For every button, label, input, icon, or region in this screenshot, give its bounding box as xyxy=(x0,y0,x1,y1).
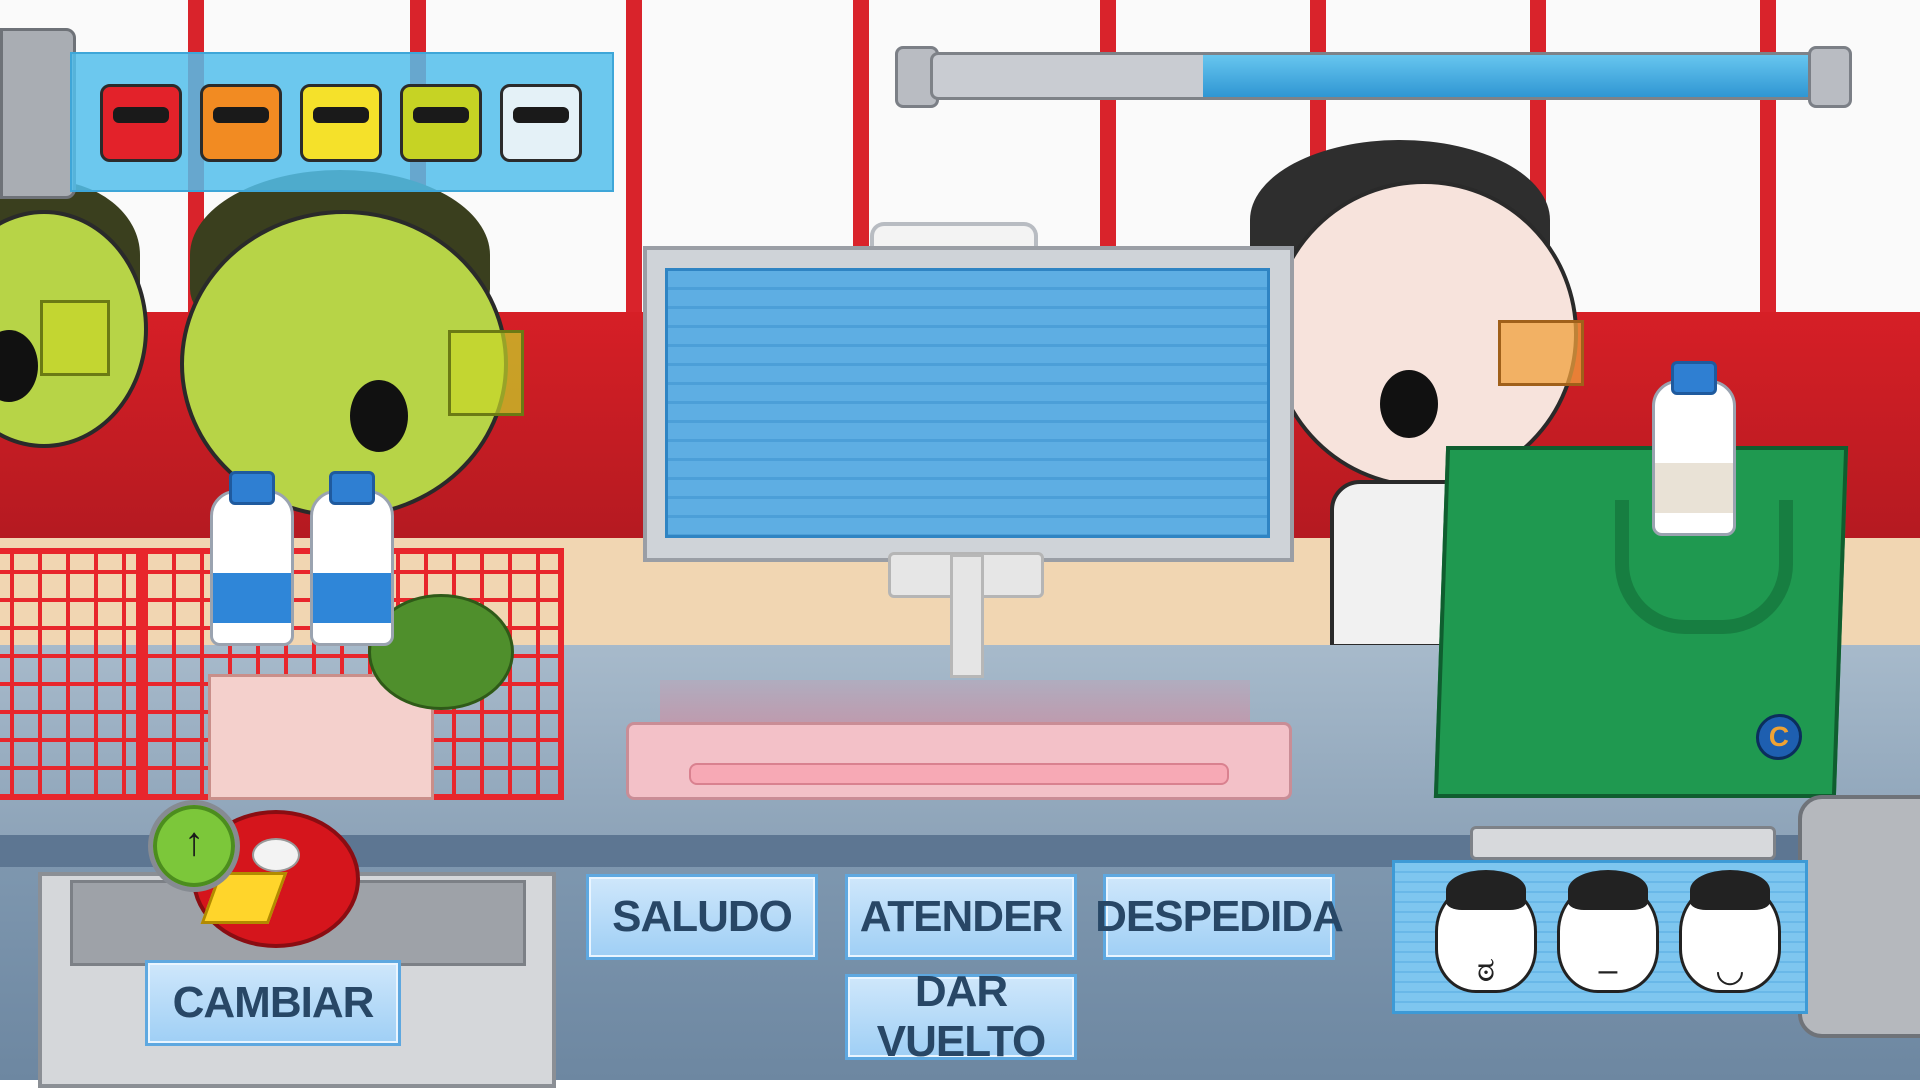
neutral-yellow-face-icon xyxy=(300,84,382,162)
progress-tube-cap-right xyxy=(1808,46,1852,108)
mood-face-eyes xyxy=(413,107,469,123)
cheese-top xyxy=(252,838,300,872)
cambiar-button[interactable]: CAMBIAR xyxy=(145,960,401,1046)
monitor-stand xyxy=(950,554,984,678)
queue-panel-bracket xyxy=(0,28,76,199)
cashier-visor xyxy=(1498,320,1584,386)
annoyed-orange-face-icon xyxy=(200,84,282,162)
register-screen xyxy=(665,268,1270,538)
cashier-eye xyxy=(1380,370,1438,438)
milk-cap xyxy=(1671,361,1717,395)
customer-visor xyxy=(448,330,524,416)
barcode-scanner[interactable] xyxy=(626,722,1292,800)
saludo-button[interactable]: SALUDO xyxy=(586,874,818,960)
happy-white-face-icon xyxy=(500,84,582,162)
portrait-hair xyxy=(1690,870,1770,910)
mood-panel-rail xyxy=(1470,826,1776,860)
milk-label xyxy=(313,573,391,623)
shopping-basket xyxy=(0,548,142,800)
portrait-hair xyxy=(1446,870,1526,910)
angry-red-face-icon xyxy=(100,84,182,162)
milk-bottle-item[interactable] xyxy=(310,471,394,646)
customer-visor xyxy=(40,300,110,376)
dar-vuelto-button[interactable]: DAR VUELTO xyxy=(845,967,1077,1066)
happy-lime-face-icon xyxy=(400,84,482,162)
milk-bottle-item[interactable] xyxy=(210,471,294,646)
neutral-face-glyph: – xyxy=(1598,951,1618,989)
shopping-bag[interactable]: C xyxy=(1433,446,1849,798)
angry-face-glyph: ಠ xyxy=(1477,951,1495,989)
happy-face-glyph: ◡ xyxy=(1715,951,1745,989)
scanner-slot xyxy=(689,763,1229,785)
milk-cap xyxy=(329,471,375,505)
progress-tube-fill xyxy=(1203,55,1833,97)
customer-character xyxy=(0,180,170,560)
mood-face-eyes xyxy=(113,107,169,123)
milk-label xyxy=(213,573,291,623)
despedida-button[interactable]: DESPEDIDA xyxy=(1095,874,1344,960)
milk-cap xyxy=(229,471,275,505)
mood-face-eyes xyxy=(513,107,569,123)
timer-arrow-icon: ↑ xyxy=(148,800,240,892)
customer-eye xyxy=(350,380,408,452)
mood-face-eyes xyxy=(313,107,369,123)
mood-face-eyes xyxy=(213,107,269,123)
milk-bottle-bagged xyxy=(1652,361,1736,536)
customer-mood-panel: ಠ – ◡ xyxy=(1392,860,1808,1014)
neutral-customer-portrait-icon: – xyxy=(1557,870,1659,993)
atender-button[interactable]: ATENDER xyxy=(845,874,1077,960)
milk-label xyxy=(1655,463,1733,513)
wall-pillar xyxy=(1760,0,1776,320)
progress-tube xyxy=(930,52,1836,100)
portrait-hair xyxy=(1568,870,1648,910)
mood-panel-bracket xyxy=(1798,795,1920,1038)
bag-logo-icon: C xyxy=(1755,714,1803,760)
angry-customer-portrait-icon: ಠ xyxy=(1435,870,1537,993)
wall-pillar xyxy=(626,0,642,320)
happy-customer-portrait-icon: ◡ xyxy=(1679,870,1781,993)
register-monitor xyxy=(643,246,1294,562)
